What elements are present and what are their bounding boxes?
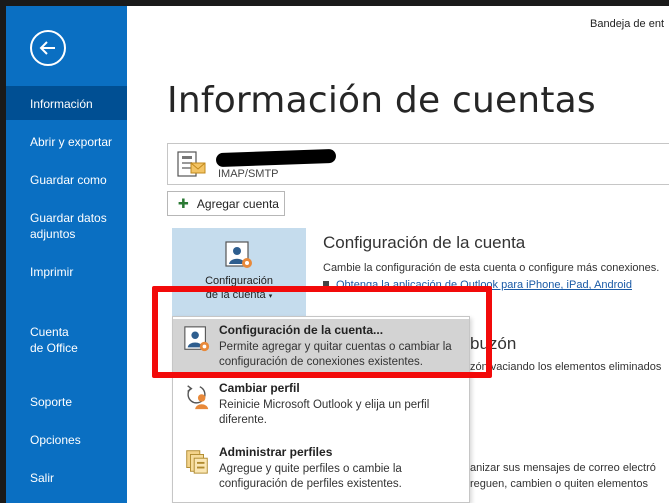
back-arrow-icon <box>39 41 55 55</box>
sidebar-item-guardar-como[interactable]: Guardar como <box>6 172 127 188</box>
back-button[interactable] <box>30 30 66 66</box>
mailbox-description: zón vaciando los elementos eliminados <box>470 361 662 373</box>
sidebar-item-salir[interactable]: Salir <box>6 470 127 486</box>
sidebar-item-cuenta-office[interactable]: Cuenta de Office <box>6 324 78 356</box>
add-account-button[interactable]: ✚ Agregar cuenta <box>167 191 285 216</box>
backstage-sidebar: Información Abrir y exportar Guardar com… <box>6 6 127 503</box>
chevron-down-icon: ▾ <box>268 293 273 300</box>
sidebar-item-soporte[interactable]: Soporte <box>6 394 127 410</box>
menu-item-title: Configuración de la cuenta... <box>219 323 384 337</box>
bullet-icon <box>323 281 329 287</box>
account-settings-tile-label: Configuración de la cuenta ▾ <box>205 275 273 301</box>
email-account-icon <box>177 151 206 177</box>
cleanup-description-line1: anizar sus mensajes de correo electró <box>470 462 656 474</box>
outlook-mobile-link[interactable]: Obtenga la aplicación de Outlook para iP… <box>336 279 632 291</box>
change-profile-icon <box>187 385 209 410</box>
sidebar-item-abrir-exportar[interactable]: Abrir y exportar <box>6 134 127 150</box>
account-settings-description: Cambie la configuración de esta cuenta o… <box>323 262 660 274</box>
account-settings-icon <box>225 241 252 268</box>
sidebar-item-guardar-adjuntos[interactable]: Guardar datos adjuntos <box>6 210 116 242</box>
menu-item-description: Agregue y quite perfiles o cambie la con… <box>219 463 402 490</box>
account-selector[interactable]: IMAP/SMTP <box>167 143 669 185</box>
account-type-label: IMAP/SMTP <box>218 168 279 180</box>
menu-item-description: Reinicie Microsoft Outlook y elija un pe… <box>219 399 430 426</box>
outlook-backstage: Información Abrir y exportar Guardar com… <box>0 0 669 503</box>
sidebar-item-imprimir[interactable]: Imprimir <box>6 264 127 280</box>
menu-item-account-settings[interactable]: Configuración de la cuenta... Permite ag… <box>173 319 469 375</box>
page-title: Información de cuentas <box>167 80 596 121</box>
sidebar-item-informacion[interactable]: Información <box>6 86 127 120</box>
add-account-label: Agregar cuenta <box>196 196 279 211</box>
plus-icon: ✚ <box>178 195 189 211</box>
menu-item-description: Permite agregar y quitar cuentas o cambi… <box>219 341 452 368</box>
manage-profiles-icon <box>186 450 208 474</box>
redacted-account-name <box>215 148 337 168</box>
account-settings-menu: Configuración de la cuenta... Permite ag… <box>172 316 470 503</box>
menu-item-title: Cambiar perfil <box>219 381 300 395</box>
mailbox-heading: buzón <box>470 334 517 353</box>
account-settings-tile[interactable]: Configuración de la cuenta ▾ <box>172 228 306 316</box>
menu-item-manage-profiles[interactable]: Administrar perfiles Agregue y quite per… <box>173 441 469 501</box>
menu-item-change-profile[interactable]: Cambiar perfil Reinicie Microsoft Outloo… <box>173 377 469 439</box>
window-title: Bandeja de ent <box>590 18 665 30</box>
account-settings-heading: Configuración de la cuenta <box>323 233 526 252</box>
cleanup-description-line2: reguen, cambien o quiten elementos <box>470 478 648 490</box>
sidebar-item-opciones[interactable]: Opciones <box>6 432 127 448</box>
menu-item-title: Administrar perfiles <box>219 445 333 459</box>
account-settings-icon <box>184 326 210 352</box>
